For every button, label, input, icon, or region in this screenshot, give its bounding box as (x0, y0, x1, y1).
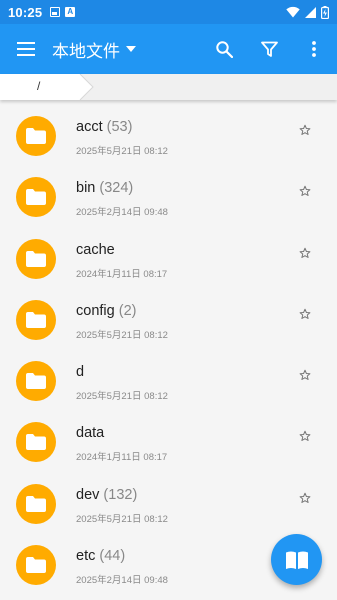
breadcrumb: / (0, 74, 337, 100)
dropdown-icon (126, 46, 136, 52)
file-name-label: etc (44) (76, 548, 126, 565)
a-icon: A (65, 7, 76, 17)
star-icon (299, 369, 311, 381)
app-title: 本地文件 (52, 41, 120, 61)
menu-icon (17, 42, 35, 56)
file-name-label: config (2) (76, 302, 137, 319)
list-item[interactable]: d 2025年5月21日 08:12 (0, 345, 337, 406)
image-icon (50, 7, 61, 17)
star-icon (299, 247, 311, 258)
signal-icon (305, 6, 316, 18)
status-time: 10:25 (8, 4, 43, 20)
file-name-label: data (76, 425, 105, 442)
wifi-icon (286, 6, 300, 18)
breadcrumb-chevron-icon (0, 74, 94, 100)
list-item[interactable]: bin (324) 2025年2月14日 09:48 (0, 161, 337, 222)
file-date: 2025年2月14日 09:48 (76, 207, 168, 219)
list-item[interactable]: dev (132) 2025年5月21日 08:12 (0, 468, 337, 529)
file-name-label: acct (53) (76, 119, 133, 135)
menu-button[interactable] (0, 24, 52, 74)
filter-button[interactable] (247, 24, 291, 74)
folder-icon (16, 545, 56, 586)
search-button[interactable] (202, 24, 246, 74)
file-date: 2025年5月21日 08:12 (76, 513, 168, 525)
file-date: 2025年5月21日 08:12 (76, 146, 168, 157)
file-name-label: d (76, 364, 85, 381)
more-options-button[interactable] (292, 24, 336, 74)
file-name-label: cache (76, 241, 115, 258)
star-icon (299, 186, 311, 197)
star-icon (299, 308, 311, 319)
favorite-button[interactable] (295, 488, 315, 508)
star-icon (299, 492, 311, 503)
battery-icon (321, 5, 329, 19)
folder-icon (16, 299, 56, 340)
list-item[interactable]: acct (53) 2025年5月21日 08:12 (0, 100, 337, 161)
folder-icon (16, 116, 56, 156)
filter-icon (260, 41, 278, 57)
file-date: 2025年5月21日 08:12 (76, 329, 168, 341)
folder-icon (16, 238, 56, 279)
folder-icon (16, 177, 56, 218)
more-vert-icon (312, 41, 316, 57)
file-list: acct (53) 2025年5月21日 08:12 bin (324) 202… (0, 100, 337, 600)
list-item[interactable]: config (2) 2025年5月21日 08:12 (0, 284, 337, 345)
location-selector[interactable]: 本地文件 (52, 37, 136, 62)
status-bar: 10:25 A (0, 0, 337, 24)
favorite-button[interactable] (295, 426, 315, 446)
list-item[interactable]: cache 2024年1月11日 08:17 (0, 223, 337, 284)
app-bar: 本地文件 (0, 24, 337, 74)
favorite-button[interactable] (295, 181, 315, 201)
star-icon (299, 124, 311, 135)
favorite-button[interactable] (295, 304, 315, 324)
file-date: 2024年1月11日 08:17 (76, 452, 168, 464)
file-date: 2025年5月21日 08:12 (76, 391, 168, 403)
file-date: 2025年2月14日 09:48 (76, 575, 168, 587)
bookmarks-fab[interactable] (271, 534, 322, 585)
file-name-label: dev (132) (76, 486, 138, 503)
star-icon (299, 431, 311, 442)
file-name-label: bin (324) (76, 180, 134, 197)
folder-icon (16, 422, 56, 463)
folder-icon (16, 361, 56, 402)
favorite-button[interactable] (295, 120, 315, 140)
list-item[interactable]: data 2024年1月11日 08:17 (0, 406, 337, 467)
book-icon (285, 551, 308, 569)
breadcrumb-label: / (37, 79, 41, 93)
favorite-button[interactable] (295, 365, 315, 385)
folder-icon (16, 483, 56, 524)
favorite-button[interactable] (295, 243, 315, 263)
search-icon (215, 40, 233, 58)
file-date: 2024年1月11日 08:17 (76, 268, 168, 280)
